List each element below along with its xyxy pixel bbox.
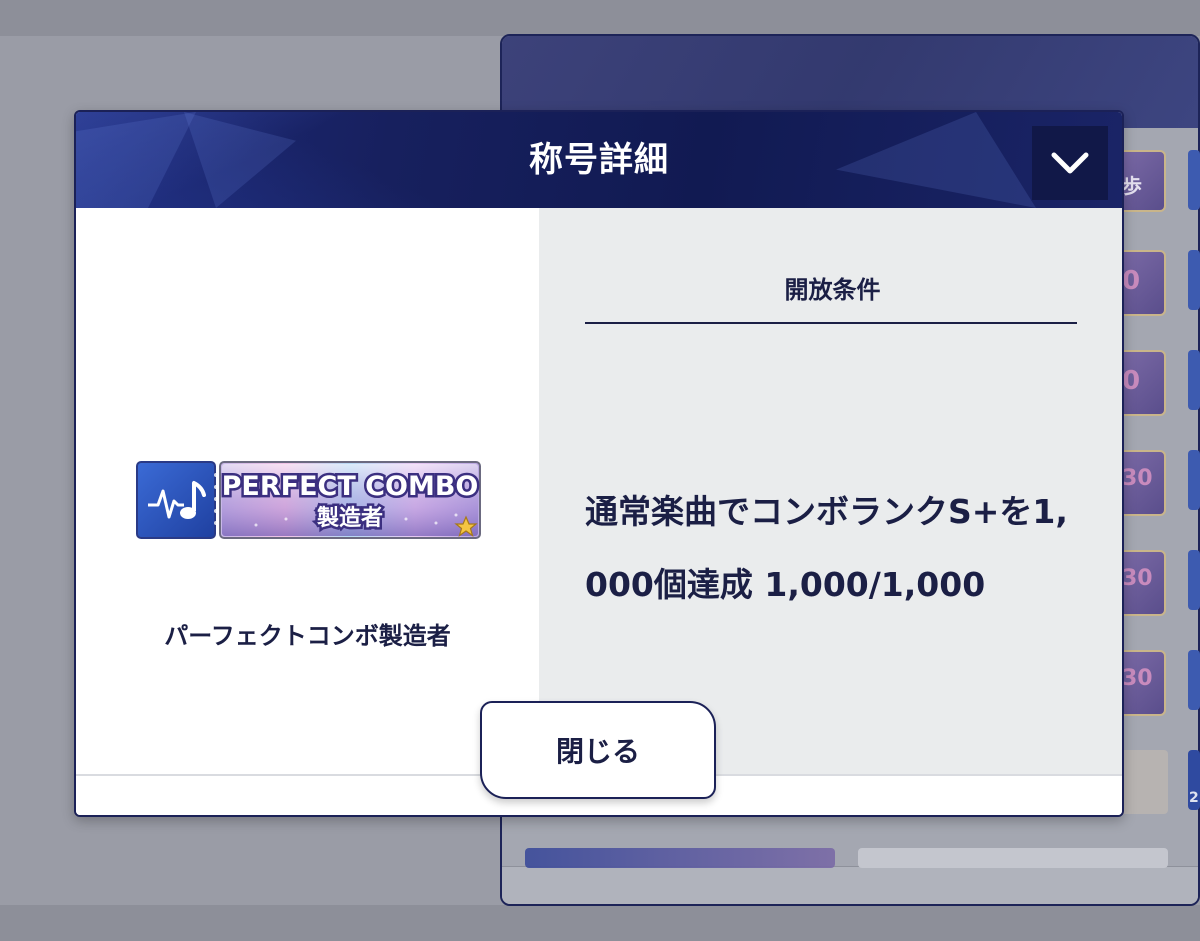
badge-icon-box — [136, 461, 216, 539]
background-edge-item — [1188, 550, 1200, 610]
background-edge-item — [1188, 450, 1200, 510]
background-edge-item — [1188, 150, 1200, 210]
title-badge: PERFECT COMBO 製造者 — [136, 461, 481, 539]
background-locked-card — [1120, 750, 1168, 814]
unlock-condition-pane: 開放条件 通常楽曲でコンボランクS+を1,000個達成 1,000/1,000 — [539, 208, 1122, 774]
condition-text: 通常楽曲でコンボランクS+を1,000個達成 1,000/1,000 — [585, 492, 1068, 604]
dialog-title: 称号詳細 — [529, 140, 669, 180]
backdrop-top — [0, 0, 1200, 36]
background-edge-item — [1188, 350, 1200, 410]
condition-heading: 開放条件 — [784, 276, 881, 304]
title-preview-pane: PERFECT COMBO 製造者 パーフェクトコンボ製造者 — [76, 208, 539, 774]
background-edge-item: 2 — [1188, 750, 1200, 810]
background-badge-text: 30 — [1122, 666, 1153, 691]
title-name: パーフェクトコンボ製造者 — [164, 622, 451, 650]
background-badge-text: 0 — [1122, 266, 1141, 296]
chevron-down-icon — [1051, 152, 1089, 174]
background-row — [858, 848, 1168, 868]
background-badge-text: 0 — [1122, 366, 1141, 396]
background-badge-text: 30 — [1122, 566, 1153, 591]
background-edge-number: 2 — [1189, 790, 1199, 806]
badge-sub-text: 製造者 — [316, 505, 383, 531]
collapse-button[interactable] — [1032, 126, 1108, 200]
badge-main-text: PERFECT COMBO — [222, 471, 479, 502]
dialog-header: 称号詳細 — [76, 112, 1122, 208]
backdrop-bottom — [0, 905, 1200, 941]
condition-divider — [585, 322, 1077, 324]
close-button[interactable]: 閉じる — [480, 701, 716, 799]
background-badge-text: 30 — [1122, 466, 1153, 491]
background-edge-item — [1188, 650, 1200, 710]
background-panel-footer — [502, 866, 1198, 904]
title-detail-dialog: 称号詳細 PERFECT COMBO 製造者 パーフェクトコンボ製造者 開放条件… — [74, 110, 1124, 817]
background-row — [525, 848, 835, 868]
background-edge-item — [1188, 250, 1200, 310]
background-badge-text: 歩 — [1122, 174, 1142, 198]
